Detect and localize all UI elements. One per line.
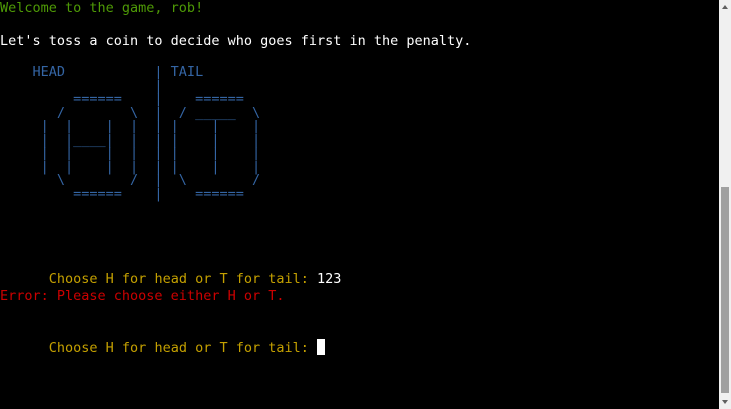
scrollbar-thumb[interactable] — [721, 187, 729, 393]
vertical-scrollbar[interactable] — [719, 0, 731, 409]
prompt-line-1: Choose H for head or T for tail: 123 — [0, 254, 342, 287]
terminal-output: Welcome to the game, rob! Let's toss a c… — [0, 0, 719, 409]
error-message: Error: Please choose either H or T. — [0, 288, 285, 304]
coin-ascii-art: HEAD | TAIL | ====== | ====== / \ | / __… — [32, 64, 261, 202]
coin-choice-prompt-2: Choose H for head or T for tail: — [48, 340, 317, 356]
terminal-window[interactable]: Welcome to the game, rob! Let's toss a c… — [0, 0, 731, 409]
scroll-down-arrow-icon[interactable] — [719, 395, 731, 409]
welcome-message: Welcome to the game, rob! — [0, 0, 204, 16]
text-cursor[interactable] — [317, 339, 325, 355]
user-input-value: 123 — [317, 271, 342, 287]
prompt-line-2[interactable]: Choose H for head or T for tail: — [0, 322, 325, 356]
intro-text: Let's toss a coin to decide who goes fir… — [0, 33, 472, 49]
scroll-up-arrow-icon[interactable] — [719, 0, 731, 14]
coin-choice-prompt: Choose H for head or T for tail: — [48, 271, 317, 287]
